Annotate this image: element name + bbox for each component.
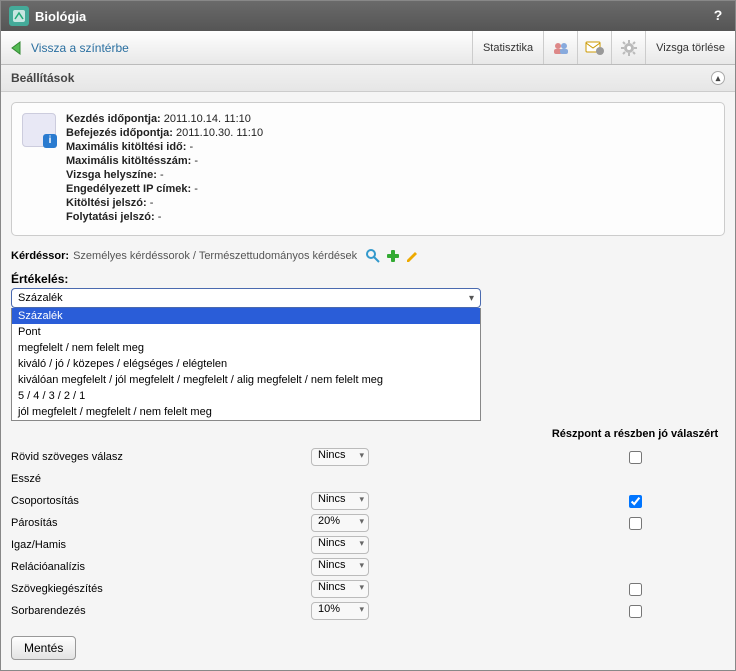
grid-row: Párosítás20%: [11, 512, 725, 534]
back-arrow-icon[interactable]: [7, 38, 27, 58]
eval-dropdown: SzázalékPontmegfelelt / nem felelt megki…: [11, 308, 481, 421]
section-title: Beállítások: [11, 71, 74, 85]
row-select[interactable]: Nincs: [311, 580, 369, 598]
grid-row: SzövegkiegészítésNincs: [11, 578, 725, 600]
info-start-label: Kezdés időpontja:: [66, 113, 161, 125]
info-pw2-label: Folytatási jelszó:: [66, 211, 155, 223]
grid-row: RelációanalízisNincs: [11, 556, 725, 578]
gear-icon-button[interactable]: [611, 31, 645, 64]
row-checkbox[interactable]: [629, 583, 642, 596]
info-maxcount-label: Maximális kitöltésszám:: [66, 155, 191, 167]
row-name: Rövid szöveges válasz: [11, 451, 311, 463]
info-location-label: Vizsga helyszíne:: [66, 169, 157, 181]
row-select[interactable]: Nincs: [311, 448, 369, 466]
info-ip-value: -: [194, 183, 198, 195]
add-icon[interactable]: [385, 248, 401, 264]
row-checkbox[interactable]: [629, 517, 642, 530]
edit-icon[interactable]: [405, 248, 421, 264]
info-pw1-label: Kitöltési jelszó:: [66, 197, 147, 209]
delete-exam-label: Vizsga törlése: [656, 42, 725, 54]
info-end-value: 2011.10.30. 11:10: [176, 127, 263, 139]
info-pw1-value: -: [150, 197, 154, 209]
grid-row: Rövid szöveges válaszNincs: [11, 446, 725, 468]
row-name: Esszé: [11, 473, 311, 485]
info-maxtime-label: Maximális kitöltési idő:: [66, 141, 186, 153]
save-button[interactable]: Mentés: [11, 636, 76, 660]
row-select[interactable]: 10%: [311, 602, 369, 620]
row-select[interactable]: 20%: [311, 514, 369, 532]
delete-exam-button[interactable]: Vizsga törlése: [645, 31, 735, 64]
info-end-label: Befejezés időpontja:: [66, 127, 173, 139]
row-name: Párosítás: [11, 517, 311, 529]
row-checkbox[interactable]: [629, 451, 642, 464]
help-button[interactable]: ?: [709, 7, 727, 25]
page-title: Biológia: [35, 9, 86, 24]
info-maxtime-value: -: [189, 141, 193, 153]
eval-option[interactable]: Százalék: [12, 308, 480, 324]
row-name: Igaz/Hamis: [11, 539, 311, 551]
eval-label: Értékelés:: [11, 272, 725, 286]
info-icon: [22, 113, 56, 147]
search-icon[interactable]: [365, 248, 381, 264]
row-name: Sorbarendezés: [11, 605, 311, 617]
eval-option[interactable]: 5 / 4 / 3 / 2 / 1: [12, 388, 480, 404]
eval-option[interactable]: kiváló / jó / közepes / elégséges / elég…: [12, 356, 480, 372]
info-box: Kezdés időpontja: 2011.10.14. 11:10 Befe…: [11, 102, 725, 236]
toolbar: Vissza a színtérbe Statisztika Vizsga tö…: [1, 31, 735, 65]
grid-row: Igaz/HamisNincs: [11, 534, 725, 556]
eval-option[interactable]: Pont: [12, 324, 480, 340]
row-name: Csoportosítás: [11, 495, 311, 507]
eval-select-value: Százalék: [18, 292, 63, 304]
section-header: Beállítások ▴: [1, 65, 735, 92]
row-select[interactable]: Nincs: [311, 492, 369, 510]
grid-row: Esszé: [11, 468, 725, 490]
app-icon: [9, 6, 29, 26]
row-select[interactable]: Nincs: [311, 558, 369, 576]
users-icon-button[interactable]: [543, 31, 577, 64]
back-link[interactable]: Vissza a színtérbe: [31, 41, 129, 55]
eval-option[interactable]: kiválóan megfelelt / jól megfelelt / meg…: [12, 372, 480, 388]
eval-select[interactable]: Százalék ▾: [11, 288, 481, 308]
stats-button[interactable]: Statisztika: [472, 31, 543, 64]
chevron-down-icon: ▾: [469, 293, 474, 304]
grid-row: CsoportosításNincs: [11, 490, 725, 512]
mail-settings-icon-button[interactable]: [577, 31, 611, 64]
titlebar: Biológia ?: [1, 1, 735, 31]
eval-option[interactable]: megfelelt / nem felelt meg: [12, 340, 480, 356]
info-pw2-value: -: [158, 211, 162, 223]
grid-header-partial: Részpont a részben jó válaszért: [545, 428, 725, 440]
row-name: Szövegkiegészítés: [11, 583, 311, 595]
info-ip-label: Engedélyezett IP címek:: [66, 183, 191, 195]
row-name: Relációanalízis: [11, 561, 311, 573]
eval-option[interactable]: jól megfelelt / megfelelt / nem felelt m…: [12, 404, 480, 420]
questionset-path: Személyes kérdéssorok / Természettudomán…: [73, 250, 357, 262]
info-start-value: 2011.10.14. 11:10: [164, 113, 251, 125]
info-maxcount-value: -: [194, 155, 198, 167]
collapse-icon[interactable]: ▴: [711, 71, 725, 85]
row-select[interactable]: Nincs: [311, 536, 369, 554]
stats-label: Statisztika: [483, 42, 533, 54]
info-location-value: -: [160, 169, 164, 181]
grid-row: Sorbarendezés10%: [11, 600, 725, 622]
row-checkbox[interactable]: [629, 495, 642, 508]
questionset-label: Kérdéssor:: [11, 250, 69, 262]
row-checkbox[interactable]: [629, 605, 642, 618]
